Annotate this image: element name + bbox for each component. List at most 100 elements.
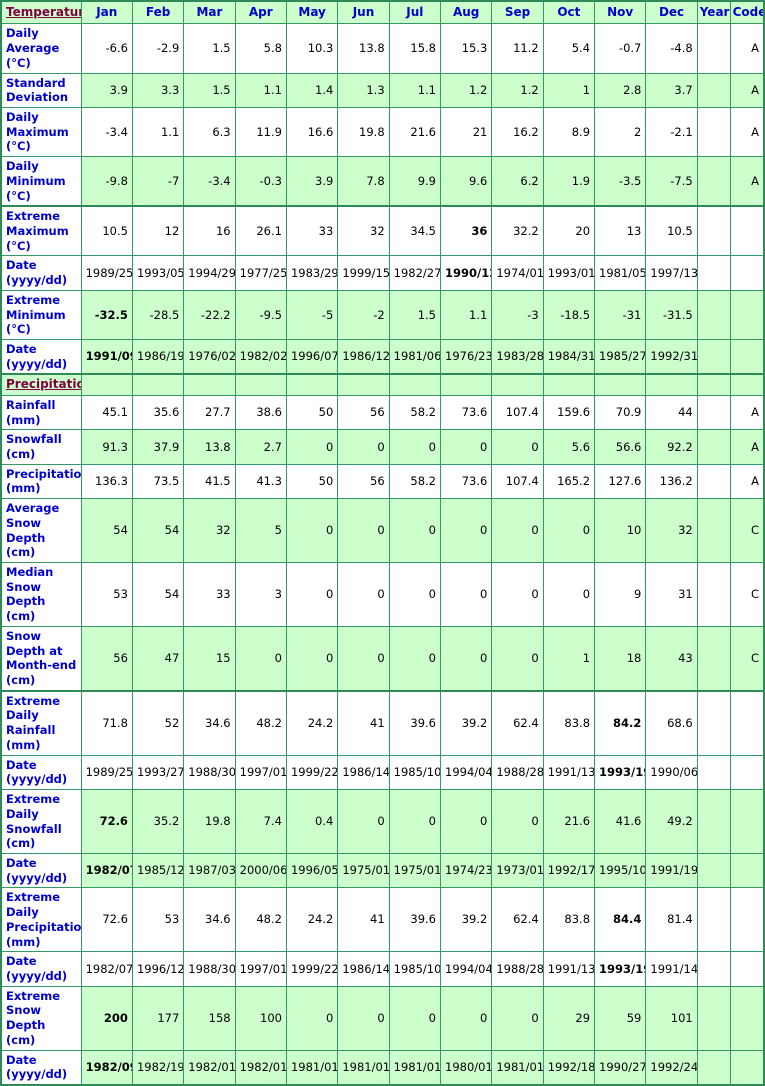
cell-feb: 47 xyxy=(131,625,185,692)
row-label: Extreme Daily Snowfall (cm) xyxy=(0,789,82,854)
cell-mar: -22.2 xyxy=(183,289,236,341)
cell-jul: 0 xyxy=(388,429,442,465)
cell-apr: 7.4 xyxy=(234,789,287,854)
cell-jun: 0 xyxy=(337,985,390,1051)
cell-dec: 1997/13 xyxy=(645,255,698,291)
row-label: Date (yyyy/dd) xyxy=(0,951,82,987)
cell-dec: 136.2 xyxy=(645,463,698,500)
table-row: Daily Average (°C) -6.6 -2.9 1.5 5.8 10.3 13.8… xyxy=(0,23,765,74)
cell-dec: 44 xyxy=(645,394,698,431)
cell-jun: 1986/12 xyxy=(337,339,390,376)
row-label: Extreme Maximum (°C) xyxy=(0,205,82,257)
cell-year xyxy=(696,951,731,987)
cell-may: 1999/22 xyxy=(285,951,339,987)
cell-jun: 0 xyxy=(337,562,390,627)
cell-may: 1999/22 xyxy=(285,754,339,791)
cell-nov: 56.6 xyxy=(594,429,647,465)
cell-apr: 38.6 xyxy=(234,394,287,431)
cell-jan: 1989/25 xyxy=(80,255,133,291)
cell-feb: 54 xyxy=(131,562,185,627)
row-label: Median Snow Depth (cm) xyxy=(0,562,82,627)
cell-oct: 21.6 xyxy=(542,789,596,854)
cell-feb: 1.1 xyxy=(131,106,185,158)
cell-aug: 15.3 xyxy=(439,23,493,74)
cell-nov: 1995/10 xyxy=(594,852,647,889)
cell-sep: 107.4 xyxy=(491,463,544,500)
cell-feb: 35.2 xyxy=(131,789,185,854)
cell-jun: 1981/01+ xyxy=(337,1049,390,1086)
cell-apr: 26.1 xyxy=(234,205,287,257)
cell-apr: -9.5 xyxy=(234,289,287,341)
cell-apr: 48.2 xyxy=(234,887,287,953)
column-header-jul: Jul xyxy=(388,0,442,25)
cell-aug: 1980/01+ xyxy=(439,1049,493,1086)
cell-sep: 0 xyxy=(491,429,544,465)
cell-year xyxy=(696,985,731,1051)
cell-oct: 159.6 xyxy=(542,394,596,431)
cell-code: A xyxy=(729,463,765,500)
cell-jun: 0 xyxy=(337,429,390,465)
cell-oct: 1.9 xyxy=(542,156,596,208)
cell-apr: 100 xyxy=(234,985,287,1051)
cell-code xyxy=(729,852,765,889)
cell-may: 1996/07+ xyxy=(285,339,339,376)
column-header-may: May xyxy=(285,0,339,25)
cell-jun: 41 xyxy=(337,887,390,953)
cell-sep: 0 xyxy=(491,789,544,854)
cell-jan: 136.3 xyxy=(80,463,133,500)
cell-jan: 1982/07 xyxy=(80,852,133,889)
cell-mar: 34.6 xyxy=(183,887,236,953)
table-row: Daily Minimum (°C) -9.8 -7 -3.4 -0.3 3.9 7.8 9.… xyxy=(0,156,765,208)
cell-feb: 1993/05 xyxy=(131,255,185,291)
cell-feb: 52 xyxy=(131,690,185,756)
cell-year xyxy=(696,498,731,563)
table-row: Extreme Daily Rainfall (mm) 71.8 52 34.6 48.… xyxy=(0,690,765,756)
cell-jul: 39.6 xyxy=(388,690,442,756)
cell-jan: 10.5 xyxy=(80,205,133,257)
cell-code xyxy=(729,289,765,341)
cell-nov: 70.9 xyxy=(594,394,647,431)
table-row: Snowfall (cm) 91.3 37.9 13.8 2.7 0 0 0 0 0 5.6 56.6… xyxy=(0,429,765,465)
cell-may: 24.2 xyxy=(285,690,339,756)
cell-mar: 1994/29+ xyxy=(183,255,236,291)
cell-oct: 1991/13 xyxy=(542,754,596,791)
cell-mar: 33 xyxy=(183,562,236,627)
cell-feb: -28.5 xyxy=(131,289,185,341)
cell-year xyxy=(696,156,731,208)
cell-jun: 1.3 xyxy=(337,72,390,108)
section-filler-cell xyxy=(234,373,287,396)
cell-feb: 54 xyxy=(131,498,185,563)
cell-dec: 43 xyxy=(645,625,698,692)
cell-mar: 1988/30 xyxy=(183,951,236,987)
row-label: Daily Maximum (°C) xyxy=(0,106,82,158)
cell-code: A xyxy=(729,429,765,465)
cell-oct: 83.8 xyxy=(542,887,596,953)
cell-sep: 62.4 xyxy=(491,887,544,953)
cell-oct: 5.4 xyxy=(542,23,596,74)
cell-oct: 0 xyxy=(542,562,596,627)
cell-dec: 49.2 xyxy=(645,789,698,854)
row-label: Rainfall (mm) xyxy=(0,394,82,431)
cell-may: 0 xyxy=(285,429,339,465)
cell-year xyxy=(696,852,731,889)
cell-feb: 53 xyxy=(131,887,185,953)
cell-jul: 21.6 xyxy=(388,106,442,158)
cell-jul: 0 xyxy=(388,789,442,854)
row-label: Extreme Snow Depth (cm) xyxy=(0,985,82,1051)
cell-aug: 1994/04 xyxy=(439,951,493,987)
cell-code: A xyxy=(729,394,765,431)
cell-aug: 36 xyxy=(439,205,493,257)
cell-year xyxy=(696,789,731,854)
cell-code: A xyxy=(729,156,765,208)
cell-may: 1983/29 xyxy=(285,255,339,291)
table-row: Daily Maximum (°C) -3.4 1.1 6.3 11.9 16.6 19.8… xyxy=(0,106,765,158)
cell-may: 1.4 xyxy=(285,72,339,108)
cell-code: C xyxy=(729,625,765,692)
cell-apr: 5 xyxy=(234,498,287,563)
row-label: Date (yyyy/dd) xyxy=(0,1049,82,1086)
cell-apr: 48.2 xyxy=(234,690,287,756)
cell-year xyxy=(696,72,731,108)
cell-nov: 1981/05 xyxy=(594,255,647,291)
column-header-nov: Nov xyxy=(594,0,647,25)
cell-feb: 35.6 xyxy=(131,394,185,431)
